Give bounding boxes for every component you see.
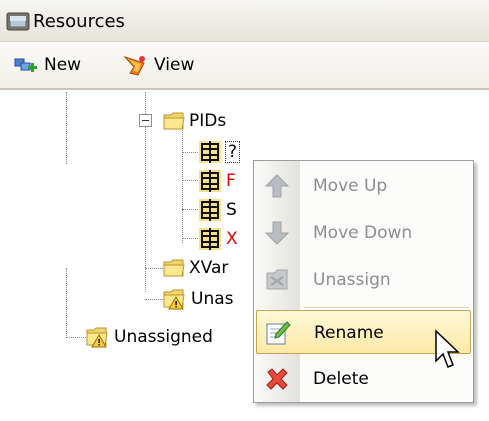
menu-item-label: Delete	[313, 369, 369, 389]
tree-connector	[182, 128, 183, 243]
view-button-label: View	[154, 55, 195, 75]
menu-separator	[304, 307, 469, 308]
tree-connector	[182, 209, 198, 210]
menu-item-label: Unassign	[313, 270, 391, 290]
tree-item-pids[interactable]: PIDs	[163, 108, 226, 134]
tree-item-pid[interactable]: F	[198, 168, 236, 194]
panel-title-bar: Resources	[0, 0, 489, 42]
tree-connector	[145, 268, 163, 269]
pid-icon	[199, 199, 221, 221]
tree-item-label: PIDs	[189, 111, 227, 131]
folder-icon	[163, 112, 185, 130]
delete-icon	[266, 368, 288, 390]
tree-item-label: ?	[224, 141, 241, 163]
tree-item-pid[interactable]: ?	[198, 139, 241, 165]
new-button[interactable]: New	[14, 42, 81, 88]
tree-item-label: S	[226, 200, 237, 220]
tree-item-label: X	[226, 229, 238, 249]
tree-connector	[182, 180, 198, 181]
unassign-icon	[266, 269, 288, 290]
menu-item-label: Move Up	[313, 176, 388, 196]
tree-item-label: Unas	[191, 289, 234, 309]
tree-connector	[182, 152, 198, 153]
view-button[interactable]: View	[122, 42, 194, 88]
menu-item-move-down[interactable]: Move Down	[256, 211, 471, 255]
mouse-pointer-icon	[435, 329, 460, 368]
tree-item-pid[interactable]: S	[198, 197, 237, 223]
menu-item-label: Move Down	[313, 223, 413, 243]
menu-item-unassign[interactable]: Unassign	[256, 258, 471, 302]
view-icon	[123, 55, 145, 76]
arrow-up-icon	[264, 174, 290, 198]
tree-connector	[66, 268, 67, 338]
collapse-toggle[interactable]	[139, 114, 152, 127]
pid-icon	[199, 141, 221, 163]
tree-connector	[66, 337, 86, 338]
tree-connector	[145, 299, 163, 300]
pid-icon	[199, 228, 221, 250]
tree-item-xvar[interactable]: XVar	[163, 255, 228, 281]
warning-folder-icon	[163, 289, 185, 310]
tree-connector	[66, 92, 67, 164]
toolbar: New View	[0, 42, 489, 90]
tree-item-pid[interactable]: X	[198, 226, 238, 252]
tree-item-label: XVar	[189, 258, 229, 278]
new-button-label: New	[44, 55, 82, 75]
tree-item-unassigned-inner[interactable]: Unas	[163, 286, 234, 312]
tree-item-unassigned[interactable]: Unassigned	[86, 324, 213, 350]
menu-item-move-up[interactable]: Move Up	[256, 164, 471, 208]
menu-item-label: Rename	[314, 323, 384, 343]
tree-item-label: F	[226, 171, 236, 191]
panel-title: Resources	[33, 11, 125, 32]
tree-item-label: Unassigned	[114, 327, 213, 347]
pid-icon	[199, 170, 221, 192]
folder-icon	[163, 259, 185, 277]
arrow-down-icon	[264, 221, 290, 245]
tree-connector	[182, 238, 198, 239]
rename-icon	[266, 321, 291, 345]
warning-folder-icon	[86, 327, 108, 348]
new-resource-icon	[14, 58, 37, 72]
resources-icon	[6, 12, 30, 31]
